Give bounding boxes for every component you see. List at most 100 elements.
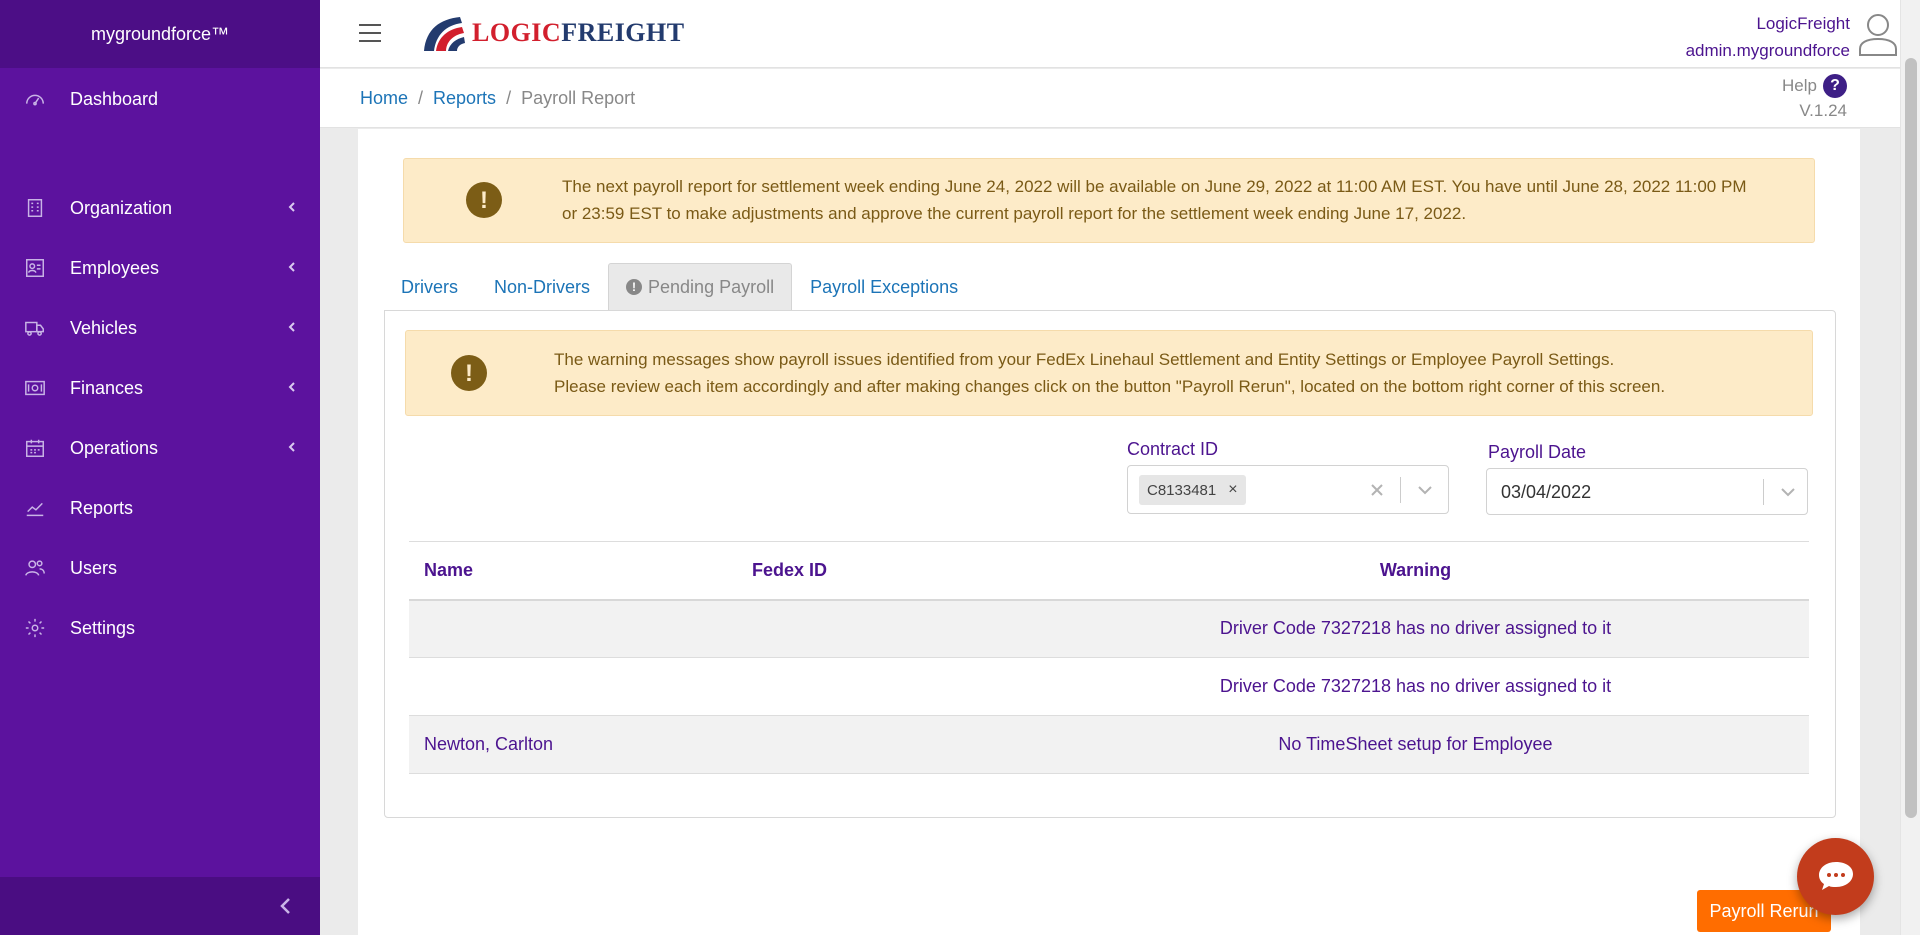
table-row[interactable]: Newton, Carlton No TimeSheet setup for E… xyxy=(409,715,1809,774)
cell-warning: Driver Code 7327218 has no driver assign… xyxy=(1022,657,1809,716)
help-label: Help xyxy=(1782,76,1817,95)
warning-line-2: Please review each item accordingly and … xyxy=(554,377,1666,396)
building-icon xyxy=(27,199,43,217)
user-info[interactable]: LogicFreight admin.mygroundforce xyxy=(1686,10,1850,64)
chevron-left-icon xyxy=(288,322,295,332)
cell-fedex-id xyxy=(737,657,1022,716)
users-icon xyxy=(25,560,45,576)
sidebar-item-label: Vehicles xyxy=(70,317,138,338)
select-divider xyxy=(1400,477,1401,503)
sidebar-item-employees[interactable]: Employees xyxy=(0,245,320,291)
chevron-left-icon xyxy=(288,382,295,392)
payroll-warnings-table: Name Fedex ID Warning Driver Code 732721… xyxy=(409,541,1809,774)
sidebar-item-label: Reports xyxy=(70,497,134,518)
sidebar-item-users[interactable]: Users xyxy=(0,545,320,591)
sidebar-item-label: Employees xyxy=(70,257,160,278)
top-header: LOGICFREIGHT LogicFreight admin.myground… xyxy=(320,0,1900,68)
pending-payroll-panel: ! The warning messages show payroll issu… xyxy=(384,310,1836,818)
breadcrumb-separator: / xyxy=(418,88,424,108)
help-question-icon: ? xyxy=(1823,74,1847,98)
cell-name xyxy=(409,657,737,716)
warning-line-1: The warning messages show payroll issues… xyxy=(554,350,1615,369)
table-header-row: Name Fedex ID Warning xyxy=(409,541,1809,601)
breadcrumb: Home / Reports / Payroll Report xyxy=(360,88,635,109)
sidebar-item-label: Finances xyxy=(70,377,144,398)
sidebar-item-operations[interactable]: Operations xyxy=(0,425,320,471)
column-header-name[interactable]: Name xyxy=(409,541,737,601)
brand-title: mygroundforce™ xyxy=(0,0,320,68)
sidebar-item-vehicles[interactable]: Vehicles xyxy=(0,305,320,351)
chat-bubble-icon xyxy=(1819,862,1853,890)
payroll-warning-notice: ! The warning messages show payroll issu… xyxy=(405,330,1813,416)
cell-warning: No TimeSheet setup for Employee xyxy=(1022,715,1809,774)
breadcrumb-reports[interactable]: Reports xyxy=(433,88,496,109)
sidebar-item-label: Dashboard xyxy=(70,88,159,109)
column-header-warning[interactable]: Warning xyxy=(1022,541,1809,601)
sidebar-item-settings[interactable]: Settings xyxy=(0,605,320,651)
username: admin.mygroundforce xyxy=(1685,41,1850,60)
calendar-icon xyxy=(26,439,44,457)
chevron-down-icon[interactable] xyxy=(1416,481,1434,499)
sidebar-footer xyxy=(0,877,320,935)
tab-pending-payroll[interactable]: ! Pending Payroll xyxy=(608,263,793,310)
payroll-schedule-notice: ! The next payroll report for settlement… xyxy=(403,158,1815,243)
main-content: ! The next payroll report for settlement… xyxy=(358,129,1860,935)
contract-id-select[interactable]: C8133481 × xyxy=(1127,465,1449,514)
sidebar: mygroundforce™ Dashboard Organization Em… xyxy=(0,0,320,935)
column-header-fedex-id[interactable]: Fedex ID xyxy=(737,541,1022,601)
breadcrumb-separator: / xyxy=(506,88,512,108)
tab-label: Pending Payroll xyxy=(648,276,775,297)
scrollbar-thumb[interactable] xyxy=(1905,58,1917,818)
chat-button[interactable] xyxy=(1797,838,1874,915)
payroll-date-label: Payroll Date xyxy=(1488,442,1587,462)
page-scrollbar[interactable] xyxy=(1900,0,1920,935)
table-row[interactable]: Driver Code 7327218 has no driver assign… xyxy=(409,599,1809,658)
logo-mark-icon xyxy=(424,17,465,51)
tab-payroll-exceptions[interactable]: Payroll Exceptions xyxy=(792,263,976,310)
money-icon xyxy=(25,380,45,396)
chart-line-icon xyxy=(26,502,44,517)
payroll-date-value: 03/04/2022 xyxy=(1501,482,1592,502)
breadcrumb-current: Payroll Report xyxy=(521,88,636,108)
chevron-down-icon[interactable] xyxy=(1779,483,1797,501)
payroll-date-select[interactable]: 03/04/2022 xyxy=(1486,468,1808,515)
chevron-left-icon xyxy=(288,202,295,212)
tab-drivers[interactable]: Drivers xyxy=(383,263,476,310)
help-link[interactable]: Help ? xyxy=(1782,74,1847,98)
user-avatar-icon[interactable] xyxy=(1858,12,1898,56)
contract-chip-value: C8133481 xyxy=(1147,481,1217,499)
chevron-left-icon xyxy=(288,442,295,452)
hamburger-menu-icon[interactable] xyxy=(358,22,382,44)
collapse-sidebar-icon[interactable] xyxy=(272,892,300,920)
exclamation-icon: ! xyxy=(626,279,643,295)
sidebar-item-reports[interactable]: Reports xyxy=(0,485,320,531)
sidebar-item-finances[interactable]: Finances xyxy=(0,365,320,411)
logicfreight-logo: LOGICFREIGHT xyxy=(420,12,685,54)
tab-non-drivers[interactable]: Non-Drivers xyxy=(476,263,608,310)
chip-remove-icon[interactable]: × xyxy=(1228,481,1237,499)
cell-fedex-id xyxy=(737,715,1022,774)
company-name: LogicFreight xyxy=(1756,14,1850,33)
sidebar-item-organization[interactable]: Organization xyxy=(0,185,320,231)
select-divider xyxy=(1763,479,1764,505)
gear-icon xyxy=(25,618,45,638)
breadcrumb-home[interactable]: Home xyxy=(360,88,408,109)
sidebar-item-label: Operations xyxy=(70,437,159,458)
cell-warning: Driver Code 7327218 has no driver assign… xyxy=(1022,599,1809,658)
table-row[interactable]: Driver Code 7327218 has no driver assign… xyxy=(409,657,1809,716)
notice-line-1: The next payroll report for settlement w… xyxy=(562,177,1747,196)
cell-fedex-id xyxy=(737,599,1022,658)
payroll-tabs: Drivers Non-Drivers ! Pending Payroll Pay… xyxy=(383,263,976,310)
sidebar-item-label: Organization xyxy=(70,197,173,218)
notice-line-2: or 23:59 EST to make adjustments and app… xyxy=(562,204,1467,223)
logo-wordmark: LOGICFREIGHT xyxy=(472,18,685,47)
contract-id-label: Contract ID xyxy=(1127,439,1219,459)
cell-name: Newton, Carlton xyxy=(409,715,737,774)
version-label: V.1.24 xyxy=(1799,101,1847,120)
chevron-left-icon xyxy=(288,262,295,272)
truck-icon xyxy=(25,321,44,336)
dashboard-icon xyxy=(26,94,44,106)
sidebar-item-dashboard[interactable]: Dashboard xyxy=(0,76,320,122)
id-card-icon xyxy=(26,259,44,277)
clear-icon[interactable] xyxy=(1368,481,1386,499)
